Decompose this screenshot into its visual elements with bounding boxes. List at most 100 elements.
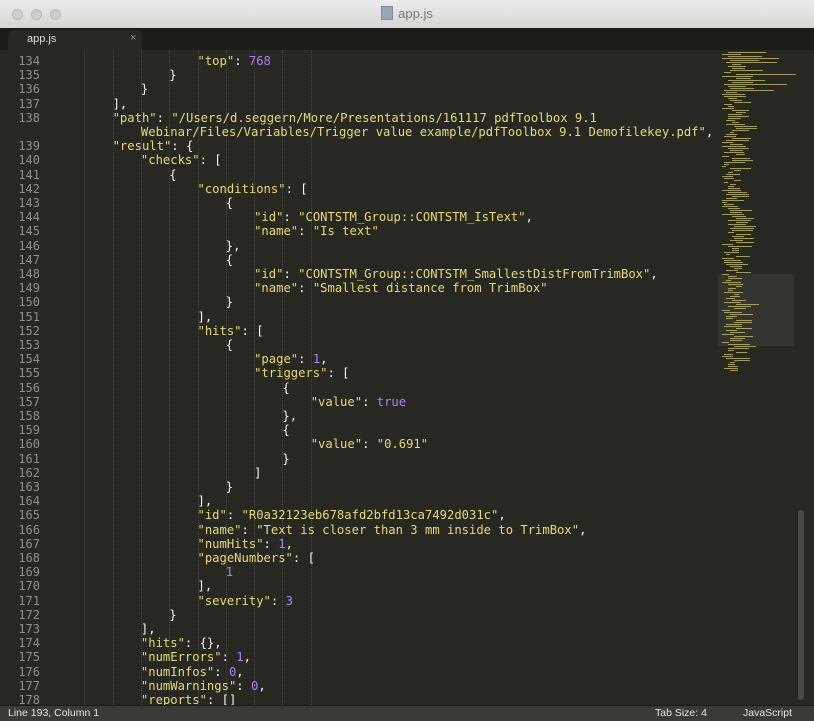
minimap-line <box>722 200 744 201</box>
minimap-line <box>722 166 727 167</box>
code-token: : <box>234 54 249 68</box>
minimap-line <box>724 84 788 85</box>
code-line: }, <box>226 239 241 253</box>
code-token: } <box>225 295 234 310</box>
minimap-line <box>728 116 749 117</box>
minimap-line <box>724 204 735 205</box>
minimap-line <box>724 260 742 261</box>
code-token: : <box>221 650 237 665</box>
code-token: }, <box>282 409 298 423</box>
minimap-line <box>726 358 750 359</box>
minimap-line <box>734 102 752 103</box>
code-line: Webinar/Files/Variables/Trigger value ex… <box>141 125 713 139</box>
code-token: } <box>282 451 290 466</box>
code-line: "hits": {}, <box>141 636 222 650</box>
minimap-line <box>730 212 743 213</box>
code-token: , <box>525 210 533 225</box>
minimap-line <box>734 226 757 227</box>
minimap-line <box>732 64 741 65</box>
code-token: : [ <box>199 153 222 168</box>
code-line: "numHits": 1, <box>198 537 293 551</box>
code-line: ], <box>198 494 213 508</box>
minimap-line <box>724 72 731 73</box>
code-token: : [ <box>285 181 308 196</box>
code-token: } <box>225 480 234 494</box>
minimap-line <box>730 370 739 371</box>
code-line: { <box>169 168 176 182</box>
minimap-line <box>732 122 739 123</box>
code-token: "0.691" <box>376 437 429 452</box>
code-token: , <box>236 664 244 679</box>
code-token: , <box>650 267 658 281</box>
minimap-line <box>722 108 735 109</box>
minimap-line <box>730 266 742 267</box>
minimap-line <box>734 170 741 171</box>
code-token: "triggers" <box>254 366 328 381</box>
code-token: : <box>226 508 242 523</box>
code-token: "/Users/d.seggern/More/Presentations/161… <box>171 110 597 125</box>
minimap-line <box>726 254 731 255</box>
code-editor[interactable]: "top": 768}}], "path": "/Users/d.seggern/… <box>0 50 718 705</box>
minimap-line <box>728 114 742 115</box>
tab-app-js[interactable]: app.js × <box>8 30 142 50</box>
minimap[interactable] <box>718 50 796 705</box>
code-token: ], <box>197 309 213 324</box>
minimap-line <box>734 180 741 181</box>
code-token: , <box>579 522 587 537</box>
minimap-line <box>728 56 763 57</box>
code-token: "CONTSTM_Group::CONTSTM_IsText" <box>298 210 526 225</box>
minimap-line <box>730 144 743 145</box>
code-token: "reports" <box>140 693 207 705</box>
code-line: "name": "Is text" <box>254 224 379 238</box>
code-token: } <box>169 68 177 83</box>
minimap-line <box>722 146 746 147</box>
code-token: "checks" <box>140 153 200 168</box>
close-icon[interactable]: × <box>130 32 136 44</box>
minimap-line <box>728 188 741 189</box>
minimap-viewport[interactable] <box>718 274 794 346</box>
code-token: : { <box>171 139 194 154</box>
minimap-line <box>722 76 753 77</box>
minimap-line <box>728 80 766 81</box>
code-line: "id": "R0a32123eb678afd2bfd13ca7492d031c… <box>198 508 506 522</box>
code-token: "name" <box>197 522 242 537</box>
vertical-scrollbar[interactable] <box>796 50 808 705</box>
code-token: : [] <box>206 693 237 705</box>
minimap-line <box>728 86 746 87</box>
tab-label: app.js <box>27 33 57 45</box>
code-token: "CONTSTM_Group::CONTSTM_SmallestDistFrom… <box>298 267 651 281</box>
code-token: "Text is closer than 3 mm inside to Trim… <box>256 522 580 537</box>
code-line: "value": "0.691" <box>311 437 428 451</box>
minimap-line <box>730 168 751 169</box>
code-token: : <box>298 224 313 239</box>
code-token: "name" <box>254 224 299 239</box>
editor-window: app.js app.js × 134 135 136 137 138 139 140 141… <box>0 0 814 727</box>
code-token: "R0a32123eb678afd2bfd13ca7492d031c" <box>241 508 499 523</box>
window-title: app.js <box>0 6 814 21</box>
minimap-line <box>730 210 753 211</box>
code-token: 1 <box>278 536 286 551</box>
syntax-setting[interactable]: JavaScript <box>743 707 792 719</box>
scrollbar-thumb[interactable] <box>798 510 804 700</box>
code-token: : <box>362 394 377 409</box>
code-line: { <box>226 196 233 210</box>
code-line: "severity": 3 <box>198 594 293 608</box>
tab-bar: app.js × <box>0 28 814 50</box>
minimap-line <box>728 106 734 107</box>
code-line: } <box>169 68 176 82</box>
minimap-line <box>736 218 754 219</box>
minimap-line <box>736 242 755 243</box>
code-line: } <box>226 480 233 494</box>
minimap-line <box>730 184 736 185</box>
code-line: { <box>226 253 233 267</box>
minimap-line <box>732 110 749 111</box>
minimap-line <box>726 92 737 93</box>
code-token: "name" <box>254 281 299 296</box>
minimap-line <box>724 104 733 105</box>
code-token: "id" <box>254 267 284 281</box>
minimap-line <box>730 228 754 229</box>
code-token: : <box>156 110 172 125</box>
code-token: : [ <box>241 323 264 338</box>
tab-size-setting[interactable]: Tab Size: 4 <box>655 707 707 719</box>
minimap-line <box>730 88 754 89</box>
